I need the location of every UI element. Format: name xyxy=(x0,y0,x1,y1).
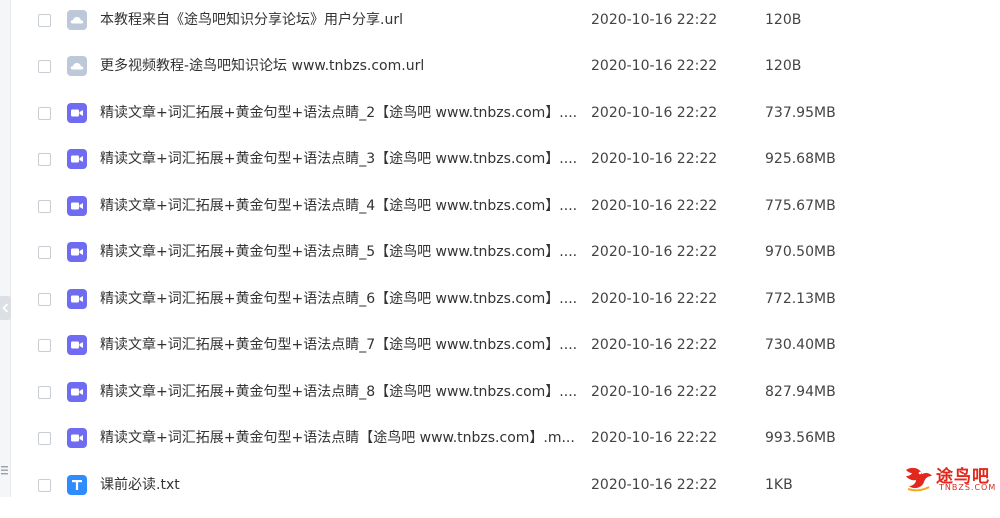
row-checkbox[interactable] xyxy=(38,293,51,306)
file-row[interactable]: 更多视频教程-途鸟吧知识论坛 www.tnbzs.com.url 2020-10-… xyxy=(10,53,1000,99)
chevron-left-icon xyxy=(2,303,9,313)
file-name[interactable]: 精读文章+词汇拓展+黄金句型+语法点睛_2【途鸟吧 www.tnbzs.com】… xyxy=(100,102,580,124)
file-row[interactable]: 精读文章+词汇拓展+黄金句型+语法点睛_7【途鸟吧 www.tnbzs.com】… xyxy=(10,332,1000,378)
video-file-icon xyxy=(67,382,87,402)
file-date: 2020-10-16 22:22 xyxy=(591,430,718,446)
txt-file-icon xyxy=(67,475,87,495)
file-date: 2020-10-16 22:22 xyxy=(591,105,718,121)
file-date: 2020-10-16 22:22 xyxy=(591,337,718,353)
video-file-icon xyxy=(67,428,87,448)
file-date: 2020-10-16 22:22 xyxy=(591,477,718,493)
row-checkbox[interactable] xyxy=(38,200,51,213)
file-size: 120B xyxy=(765,58,802,74)
video-file-icon xyxy=(67,289,87,309)
file-size: 775.67MB xyxy=(765,198,836,214)
file-name[interactable]: 课前必读.txt xyxy=(100,474,580,496)
url-file-icon xyxy=(67,10,87,30)
file-name[interactable]: 精读文章+词汇拓展+黄金句型+语法点睛_5【途鸟吧 www.tnbzs.com】… xyxy=(100,241,580,263)
file-name[interactable]: 精读文章+词汇拓展+黄金句型+语法点睛_3【途鸟吧 www.tnbzs.com】… xyxy=(100,148,580,170)
file-date: 2020-10-16 22:22 xyxy=(591,384,718,400)
watermark-domain: TNBZS.COM xyxy=(939,483,997,492)
file-size: 737.95MB xyxy=(765,105,836,121)
file-size: 993.56MB xyxy=(765,430,836,446)
row-checkbox[interactable] xyxy=(38,14,51,27)
file-row[interactable]: 精读文章+词汇拓展+黄金句型+语法点睛_2【途鸟吧 www.tnbzs.com】… xyxy=(10,100,1000,146)
file-date: 2020-10-16 22:22 xyxy=(591,151,718,167)
file-size: 827.94MB xyxy=(765,384,836,400)
file-row[interactable]: 精读文章+词汇拓展+黄金句型+语法点睛_4【途鸟吧 www.tnbzs.com】… xyxy=(10,193,1000,239)
file-size: 120B xyxy=(765,12,802,28)
file-name[interactable]: 精读文章+词汇拓展+黄金句型+语法点睛_6【途鸟吧 www.tnbzs.com】… xyxy=(100,288,580,310)
video-file-icon xyxy=(67,335,87,355)
file-size: 970.50MB xyxy=(765,244,836,260)
file-row[interactable]: 精读文章+词汇拓展+黄金句型+语法点睛【途鸟吧 www.tnbzs.com】.m… xyxy=(10,425,1000,471)
file-row[interactable]: 本教程来自《途鸟吧知识分享论坛》用户分享.url 2020-10-16 22:22… xyxy=(10,7,1000,53)
file-size: 730.40MB xyxy=(765,337,836,353)
watermark-logo: 途鸟吧 TNBZS.COM xyxy=(902,461,997,493)
file-size: 772.13MB xyxy=(765,291,836,307)
video-file-icon xyxy=(67,103,87,123)
file-name[interactable]: 精读文章+词汇拓展+黄金句型+语法点睛_8【途鸟吧 www.tnbzs.com】… xyxy=(100,381,580,403)
row-checkbox[interactable] xyxy=(38,432,51,445)
file-name[interactable]: 精读文章+词汇拓展+黄金句型+语法点睛_7【途鸟吧 www.tnbzs.com】… xyxy=(100,334,580,356)
video-file-icon xyxy=(67,242,87,262)
file-name[interactable]: 精读文章+词汇拓展+黄金句型+语法点睛【途鸟吧 www.tnbzs.com】.m… xyxy=(100,427,580,449)
file-row[interactable]: 精读文章+词汇拓展+黄金句型+语法点睛_3【途鸟吧 www.tnbzs.com】… xyxy=(10,146,1000,192)
file-date: 2020-10-16 22:22 xyxy=(591,244,718,260)
row-checkbox[interactable] xyxy=(38,386,51,399)
row-checkbox[interactable] xyxy=(38,339,51,352)
file-name[interactable]: 本教程来自《途鸟吧知识分享论坛》用户分享.url xyxy=(100,9,580,31)
video-file-icon xyxy=(67,149,87,169)
sidebar-menu-icon[interactable] xyxy=(0,462,10,476)
file-name[interactable]: 精读文章+词汇拓展+黄金句型+语法点睛_4【途鸟吧 www.tnbzs.com】… xyxy=(100,195,580,217)
file-date: 2020-10-16 22:22 xyxy=(591,12,718,28)
video-file-icon xyxy=(67,196,87,216)
url-file-icon xyxy=(67,56,87,76)
file-row[interactable]: 精读文章+词汇拓展+黄金句型+语法点睛_8【途鸟吧 www.tnbzs.com】… xyxy=(10,379,1000,425)
file-date: 2020-10-16 22:22 xyxy=(591,198,718,214)
bird-logo-icon xyxy=(906,467,932,492)
file-size: 925.68MB xyxy=(765,151,836,167)
file-date: 2020-10-16 22:22 xyxy=(591,58,718,74)
file-date: 2020-10-16 22:22 xyxy=(591,291,718,307)
file-row[interactable]: 课前必读.txt 2020-10-16 22:22 1KB xyxy=(10,472,1000,518)
row-checkbox[interactable] xyxy=(38,246,51,259)
file-size: 1KB xyxy=(765,477,793,493)
row-checkbox[interactable] xyxy=(38,107,51,120)
file-name[interactable]: 更多视频教程-途鸟吧知识论坛 www.tnbzs.com.url xyxy=(100,55,580,77)
file-row[interactable]: 精读文章+词汇拓展+黄金句型+语法点睛_6【途鸟吧 www.tnbzs.com】… xyxy=(10,286,1000,332)
row-checkbox[interactable] xyxy=(38,60,51,73)
row-checkbox[interactable] xyxy=(38,479,51,492)
file-row[interactable]: 精读文章+词汇拓展+黄金句型+语法点睛_5【途鸟吧 www.tnbzs.com】… xyxy=(10,239,1000,285)
row-checkbox[interactable] xyxy=(38,153,51,166)
